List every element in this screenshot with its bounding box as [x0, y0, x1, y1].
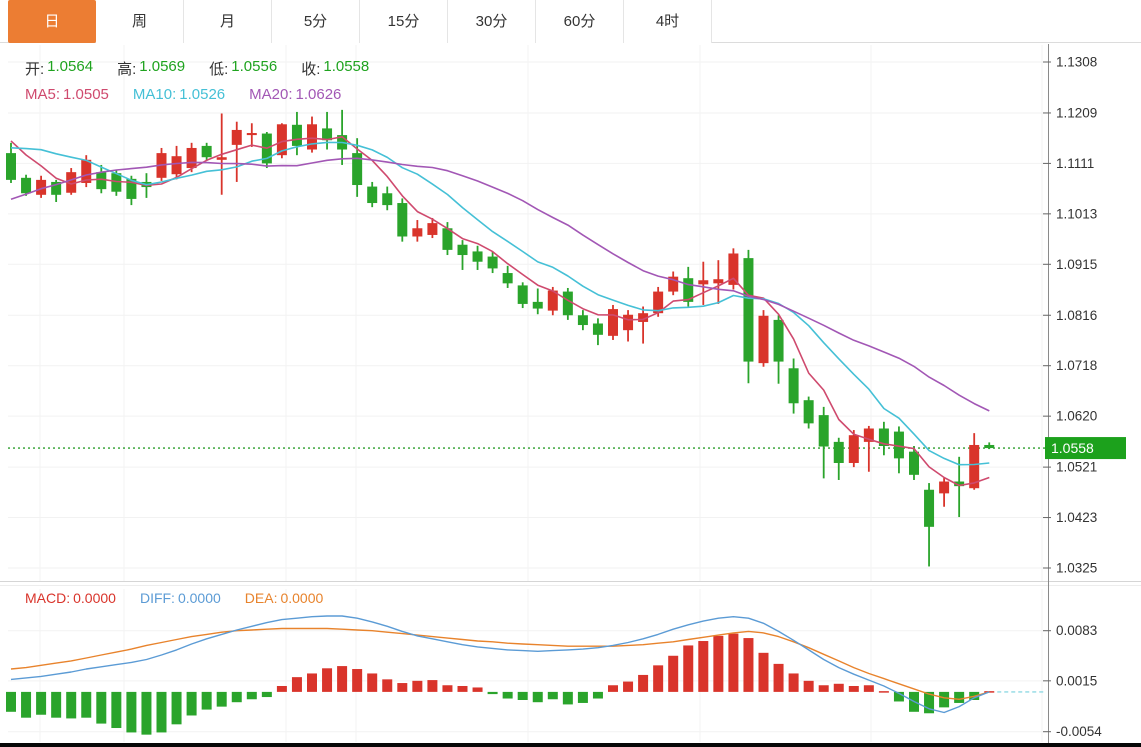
tab-15分[interactable]: 15分 [360, 0, 448, 43]
price-axis-label: 1.1308 [1056, 55, 1097, 70]
bottom-border [0, 743, 1141, 747]
price-axis-label: 1.0521 [1056, 460, 1097, 475]
price-axis-label: 1.1209 [1056, 105, 1097, 120]
price-axis-label: 1.0325 [1056, 561, 1097, 576]
ohlc-readout: 开:1.0564 高:1.0569 低:1.0556 收:1.0558 [25, 58, 393, 79]
price-axis-label: 1.0915 [1056, 257, 1097, 272]
open-label: 开: [25, 58, 44, 79]
tab-30分[interactable]: 30分 [448, 0, 536, 43]
open-value: 1.0564 [47, 58, 93, 79]
dea-value: 0.0000 [280, 590, 323, 606]
chart-canvas[interactable]: 1.1308 1.1209 1.1111 1.1013 1.0915 1.0816 1.07… [0, 0, 1141, 747]
low-label: 低: [209, 58, 228, 79]
close-value: 1.0558 [323, 58, 369, 79]
trading-chart-window: 1.1308 1.1209 1.1111 1.1013 1.0915 1.0816 1.07… [0, 0, 1141, 747]
low-value: 1.0556 [231, 58, 277, 79]
dea-label: DEA: [245, 590, 278, 606]
tab-4时[interactable]: 4时 [624, 0, 712, 43]
high-label: 高: [117, 58, 136, 79]
macd-axis-label: 0.0015 [1056, 673, 1097, 688]
macd-panel-area[interactable] [8, 586, 1048, 742]
main-chart-area[interactable] [8, 44, 1048, 581]
ma10-value: 1.0526 [179, 86, 225, 103]
macd-axis-label: -0.0054 [1056, 724, 1102, 739]
price-axis-label: 1.1111 [1056, 156, 1094, 171]
timeframe-tabbar: 日周月5分15分30分60分4时 [0, 0, 1141, 43]
tab-月[interactable]: 月 [184, 0, 272, 43]
macd-label: MACD: [25, 590, 70, 606]
price-axis-label: 1.0816 [1056, 308, 1097, 323]
tab-5分[interactable]: 5分 [272, 0, 360, 43]
ma10-label: MA10: [133, 86, 176, 103]
tab-周[interactable]: 周 [96, 0, 184, 43]
ma20-value: 1.0626 [296, 86, 342, 103]
price-axis-label: 1.0620 [1056, 409, 1097, 424]
ma5-label: MA5: [25, 86, 60, 103]
ma-readout: MA5:1.0505 MA10:1.0526 MA20:1.0626 [25, 86, 365, 103]
price-axis-label: 1.0718 [1056, 358, 1097, 373]
macd-value: 0.0000 [73, 590, 116, 606]
high-value: 1.0569 [139, 58, 185, 79]
diff-label: DIFF: [140, 590, 175, 606]
close-label: 收: [301, 58, 320, 79]
tab-日[interactable]: 日 [8, 0, 96, 43]
price-axis-label: 1.0423 [1056, 510, 1097, 525]
current-price-pill-text: 1.0558 [1051, 440, 1094, 456]
ma5-value: 1.0505 [63, 86, 109, 103]
tab-60分[interactable]: 60分 [536, 0, 624, 43]
price-axis-label: 1.1013 [1056, 206, 1097, 221]
macd-axis-label: 0.0083 [1056, 623, 1097, 638]
ma20-label: MA20: [249, 86, 292, 103]
macd-readout: MACD:0.0000 DIFF:0.0000 DEA:0.0000 [25, 590, 347, 606]
diff-value: 0.0000 [178, 590, 221, 606]
